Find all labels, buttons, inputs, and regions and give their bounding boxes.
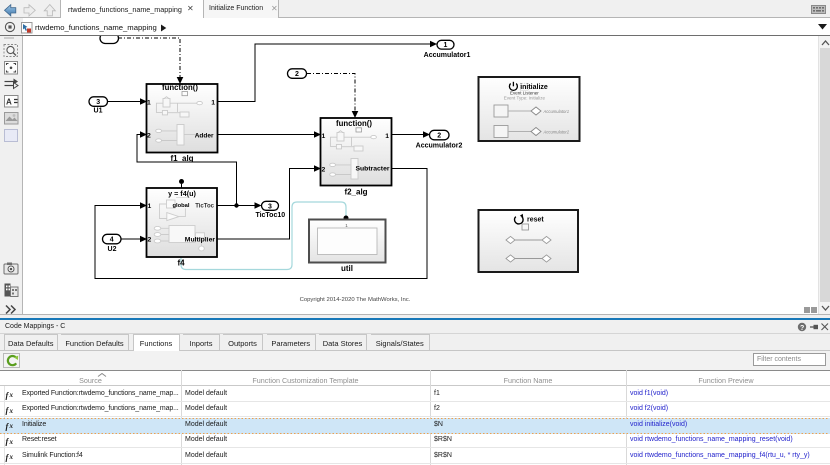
svg-text:1: 1 — [147, 100, 151, 107]
svg-text:Accumulator2: Accumulator2 — [543, 129, 570, 134]
svg-text:2: 2 — [322, 167, 326, 174]
svg-text:f4: f4 — [177, 259, 185, 268]
svg-text:reset: reset — [527, 217, 544, 224]
svg-text:TicToc10: TicToc10 — [255, 212, 285, 219]
svg-text:4: 4 — [110, 237, 114, 244]
svg-text:TicToc: TicToc — [195, 204, 214, 210]
svg-text:function(): function() — [162, 83, 198, 92]
svg-text:1: 1 — [444, 42, 448, 49]
svg-text:2: 2 — [148, 237, 152, 244]
svg-text:Multiplier: Multiplier — [185, 236, 216, 243]
svg-text:Accumulator1: Accumulator1 — [424, 52, 471, 59]
svg-text:util: util — [341, 264, 353, 273]
svg-text:2: 2 — [147, 133, 151, 140]
svg-text:Adder: Adder — [195, 132, 214, 139]
svg-text:3: 3 — [268, 204, 272, 211]
svg-text:U2: U2 — [108, 246, 117, 253]
svg-text:3: 3 — [96, 99, 100, 106]
svg-text:1: 1 — [385, 133, 389, 140]
svg-text:Accumulator1: Accumulator1 — [543, 109, 570, 114]
svg-text:f2_alg: f2_alg — [344, 188, 367, 197]
svg-text:function(): function() — [336, 119, 372, 128]
svg-text:Event Type: Initialize: Event Type: Initialize — [504, 96, 546, 101]
svg-text:?: ? — [800, 324, 804, 331]
svg-text:Subtracter: Subtracter — [356, 166, 390, 173]
svg-text:y = f4(u): y = f4(u) — [168, 189, 196, 198]
svg-text:1: 1 — [148, 203, 152, 210]
svg-text:Copyright 2014-2020 The MathWo: Copyright 2014-2020 The MathWorks, Inc. — [300, 297, 411, 303]
svg-text:1: 1 — [211, 100, 215, 107]
svg-text:Accumulator2: Accumulator2 — [416, 143, 463, 150]
svg-text:f1_alg: f1_alg — [170, 154, 193, 163]
svg-text:global: global — [172, 203, 189, 209]
svg-text:A: A — [6, 98, 12, 107]
svg-text:2: 2 — [295, 71, 299, 78]
svg-text:1: 1 — [322, 133, 326, 140]
svg-text:2: 2 — [437, 133, 441, 140]
svg-text:U1: U1 — [94, 108, 103, 115]
